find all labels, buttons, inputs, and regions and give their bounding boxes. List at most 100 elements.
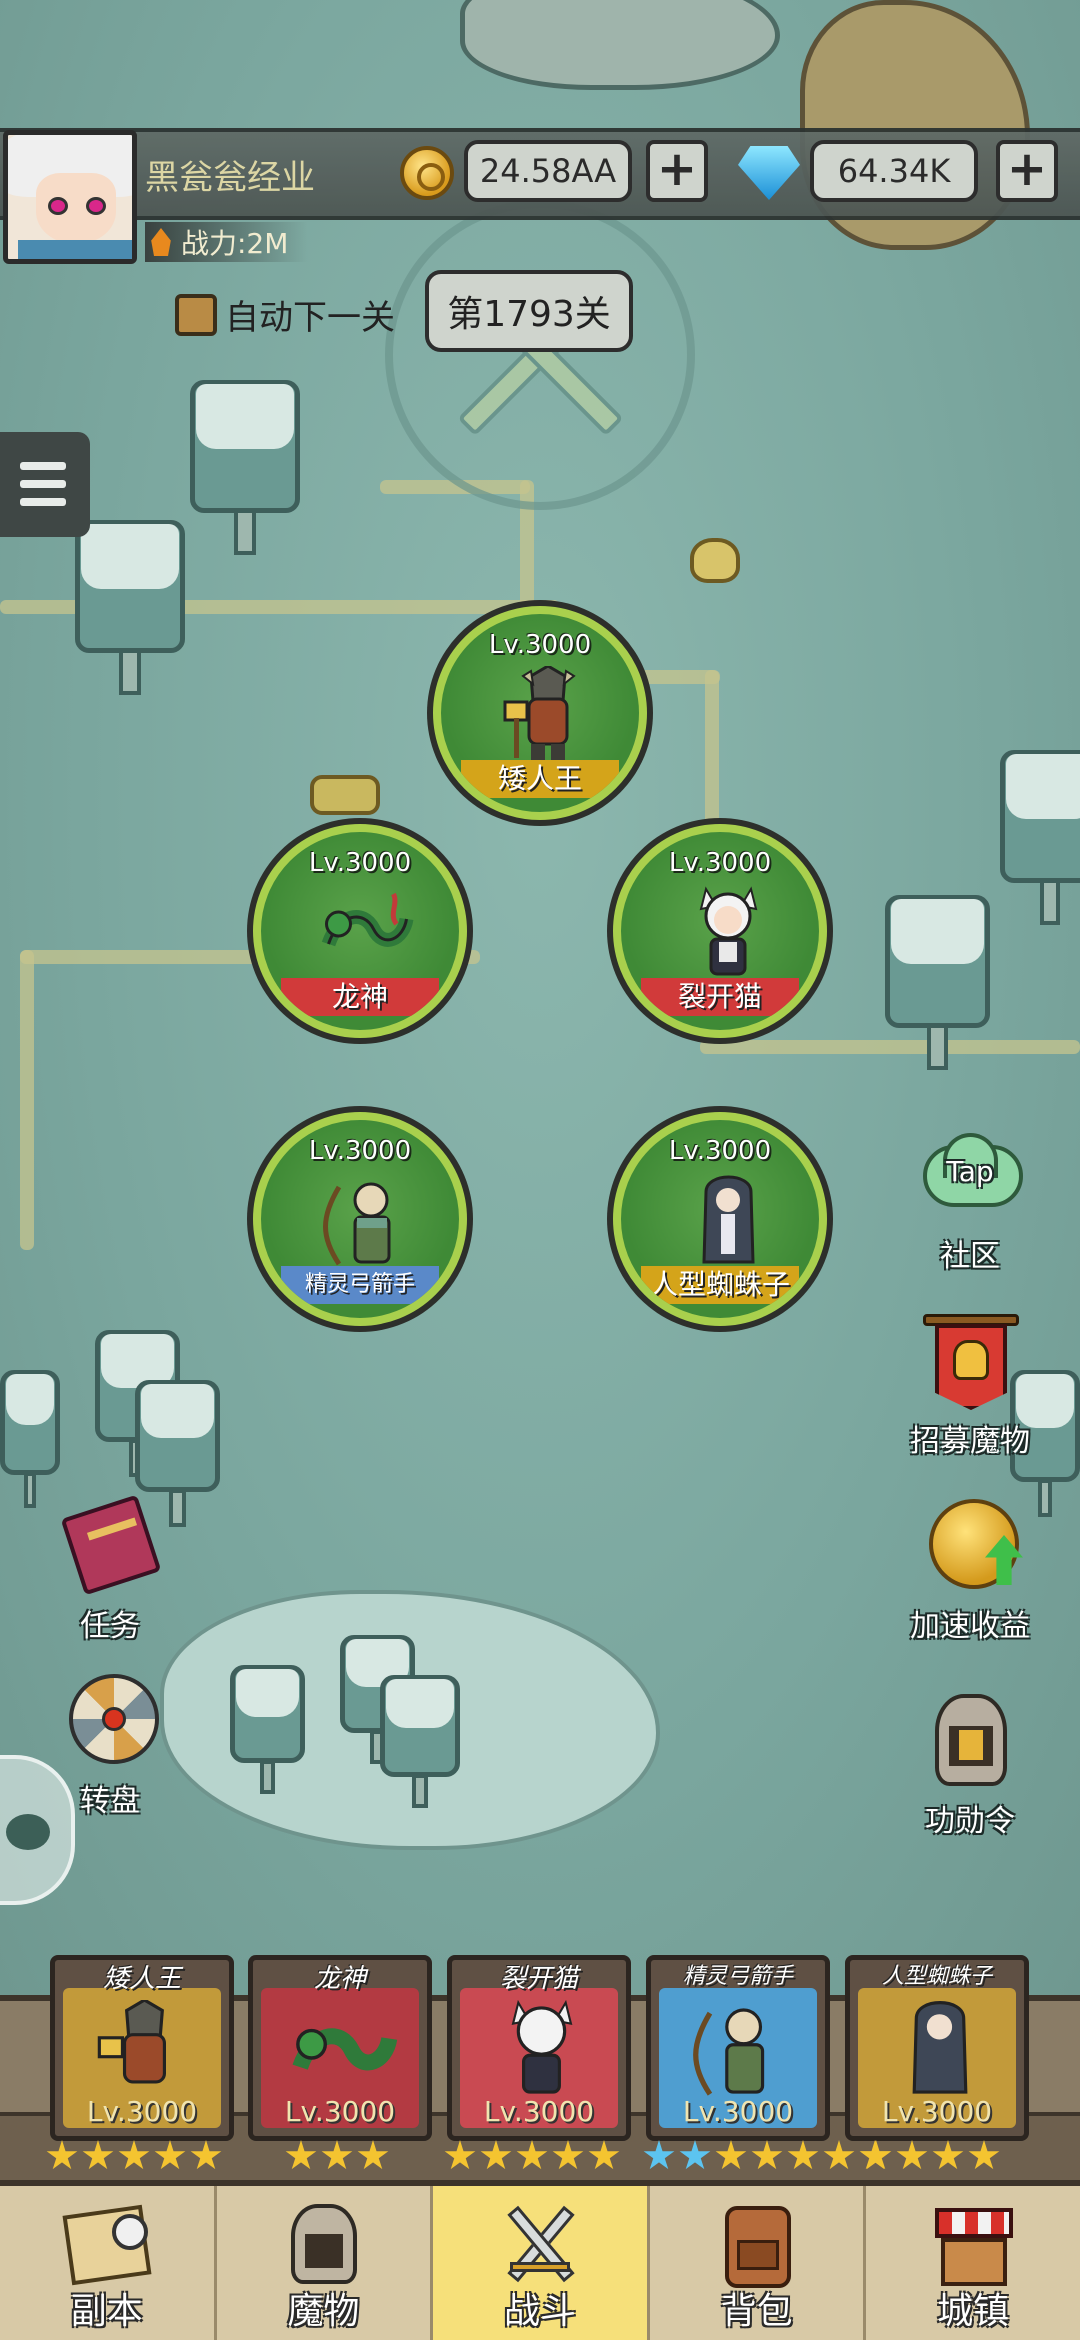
community-button[interactable]: Tap 社区	[895, 1125, 1045, 1275]
tree	[1000, 750, 1080, 940]
team-card-dwarf-king[interactable]: 矮人王 Lv.3000	[50, 1955, 234, 2141]
tap-text: Tap	[946, 1155, 994, 1188]
add-coins-button[interactable]: +	[646, 140, 708, 202]
team-card-level: Lv.3000	[483, 2095, 595, 2128]
cat-girl-icon	[511, 1999, 573, 2094]
player-avatar[interactable]	[3, 130, 137, 264]
team-card-name: 龙神	[313, 1964, 366, 1994]
hero-name-banner: 矮人王	[461, 760, 619, 798]
star-rating	[643, 2140, 891, 2172]
chat-bubble-icon	[6, 1814, 50, 1850]
cat-girl-icon	[699, 886, 758, 976]
tab-label: 战斗	[503, 2291, 576, 2332]
team-card-name: 人型蜘蛛子	[881, 1964, 992, 1989]
rock	[460, 0, 780, 90]
coin-boost-icon	[915, 1495, 1025, 1595]
team-card-level: Lv.3000	[881, 2095, 993, 2128]
star-icon	[118, 2140, 150, 2170]
hero-name-banner: 人型蜘蛛子	[641, 1266, 799, 1304]
star-icon	[787, 2140, 819, 2170]
hero-level: Lv.3000	[668, 848, 772, 878]
star-icon	[46, 2140, 78, 2170]
star-rating	[444, 2140, 620, 2172]
stage-indicator[interactable]: 第1793关	[425, 270, 633, 352]
hero-slot-elf-archer[interactable]: Lv.3000 精灵弓箭手	[247, 1106, 473, 1332]
player-name: 黑瓮瓮经业	[145, 158, 315, 198]
helmet-icon	[273, 2200, 373, 2290]
team-card-split-cat[interactable]: 裂开猫 Lv.3000	[447, 1955, 631, 2141]
combat-power: 战力:2M	[145, 222, 309, 262]
hero-slot-dwarf-king[interactable]: Lv.3000 矮人王	[427, 600, 653, 826]
auto-next-checkbox[interactable]	[175, 293, 217, 336]
blue-star-icon	[679, 2140, 711, 2170]
skull-icon	[690, 538, 740, 583]
fire-icon	[151, 228, 171, 256]
star-icon	[357, 2140, 389, 2170]
battle-crest	[385, 200, 695, 510]
add-gems-button[interactable]: +	[996, 140, 1058, 202]
crossed-swords-icon	[490, 2200, 590, 2290]
dwarf-king-icon	[97, 2000, 166, 2084]
tree	[230, 1665, 305, 1805]
menu-button[interactable]	[0, 432, 90, 537]
team-card-dragon-god[interactable]: 龙神 Lv.3000	[248, 1955, 432, 2141]
tree	[190, 380, 300, 570]
tab-town[interactable]: 城镇	[866, 2186, 1080, 2340]
tab-label: 魔物	[287, 2291, 360, 2332]
community-label: 社区	[940, 1239, 1000, 1274]
elf-archer-icon	[693, 2008, 765, 2096]
merit-label: 功勋令	[925, 1804, 1015, 1839]
recruit-label: 招募魔物	[910, 1424, 1030, 1459]
log-pile	[310, 775, 380, 815]
tree	[75, 520, 185, 710]
star-icon	[588, 2140, 620, 2170]
merit-button[interactable]: 功勋令	[895, 1690, 1045, 1840]
recruit-button[interactable]: 招募魔物	[895, 1310, 1045, 1460]
tree	[885, 895, 990, 1085]
star-icon	[823, 2140, 855, 2170]
tab-label: 城镇	[937, 2291, 1010, 2332]
star-icon	[896, 2140, 928, 2170]
dragon-icon	[321, 892, 414, 947]
speed-income-label: 加速收益	[910, 1609, 1030, 1644]
tab-battle[interactable]: 战斗	[433, 2186, 650, 2340]
hero-slot-dragon-god[interactable]: Lv.3000 龙神	[247, 818, 473, 1044]
hero-slot-split-cat[interactable]: Lv.3000 裂开猫	[607, 818, 833, 1044]
tab-label: 副本	[70, 2291, 143, 2332]
tab-dungeon[interactable]: 副本	[0, 2186, 217, 2340]
star-icon	[552, 2140, 584, 2170]
star-icon	[154, 2140, 186, 2170]
map-path	[20, 950, 34, 1250]
roulette-wheel-icon	[55, 1670, 165, 1770]
star-icon	[82, 2140, 114, 2170]
tree	[380, 1675, 460, 1820]
star-icon	[932, 2140, 964, 2170]
tab-monsters[interactable]: 魔物	[217, 2186, 434, 2340]
team-card-elf-archer[interactable]: 精灵弓箭手 Lv.3000	[646, 1955, 830, 2141]
star-icon	[516, 2140, 548, 2170]
star-icon	[190, 2140, 222, 2170]
auto-next-label: 自动下一关	[225, 298, 395, 338]
team-card-level: Lv.3000	[284, 2095, 396, 2128]
hero-slot-spider-girl[interactable]: Lv.3000 人型蜘蛛子	[607, 1106, 833, 1332]
speed-income-button[interactable]: 加速收益	[895, 1495, 1045, 1645]
spider-girl-icon	[912, 2001, 968, 2094]
auto-next-toggle[interactable]: 自动下一关	[175, 290, 395, 339]
tasks-button[interactable]: 任务	[35, 1494, 185, 1645]
coin-balance: 24.58AA	[464, 140, 632, 202]
hero-level: Lv.3000	[488, 630, 592, 660]
hero-level: Lv.3000	[668, 1136, 772, 1166]
star-icon	[480, 2140, 512, 2170]
team-card-name: 精灵弓箭手	[682, 1964, 793, 1989]
gold-coin-icon	[400, 146, 454, 200]
star-icon	[968, 2140, 1000, 2170]
dwarf-king-icon	[503, 666, 576, 762]
knight-helmet-icon	[915, 1690, 1025, 1790]
tab-backpack[interactable]: 背包	[650, 2186, 867, 2340]
tasks-label: 任务	[80, 1609, 140, 1644]
team-card-level: Lv.3000	[86, 2095, 198, 2128]
map-scroll-icon	[57, 2200, 157, 2290]
star-icon	[860, 2140, 892, 2170]
dragon-icon	[292, 2028, 398, 2071]
team-card-spider-girl[interactable]: 人型蜘蛛子 Lv.3000	[845, 1955, 1029, 2141]
